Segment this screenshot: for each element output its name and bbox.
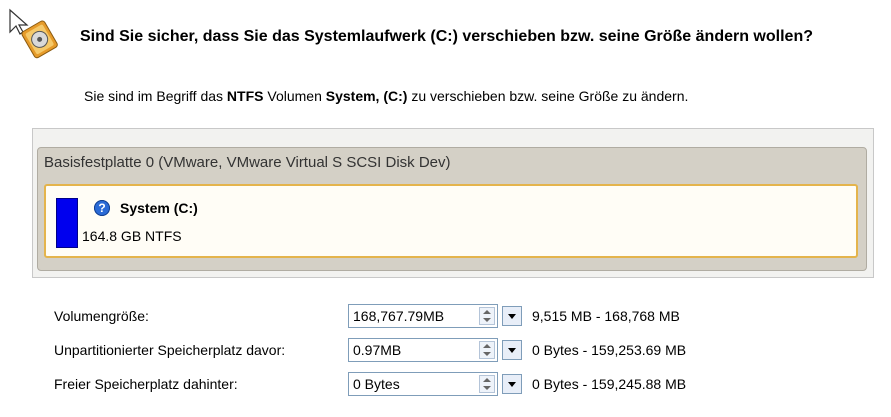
partition-usage-bar: [56, 198, 78, 248]
page-title: Sind Sie sicher, dass Sie das Systemlauf…: [80, 28, 813, 45]
subtitle-text-post: zu verschieben bzw. seine Größe zu änder…: [407, 88, 689, 104]
disk-map-panel: Basisfestplatte 0 (VMware, VMware Virtua…: [32, 128, 874, 278]
volume-size-row: Volumengröße: 168,767.79MB 9,515 MB - 16…: [54, 304, 874, 330]
subtitle-filesystem: NTFS: [226, 88, 264, 104]
space-after-label: Freier Speicherplatz dahinter:: [54, 376, 238, 392]
space-before-row: Unpartitionierter Speicherplatz davor: 0…: [54, 338, 874, 364]
space-before-value: 0.97MB: [353, 342, 402, 358]
space-after-value: 0 Bytes: [353, 376, 400, 392]
volume-size-unit-dropdown[interactable]: [502, 306, 522, 326]
page-subtitle: Sie sind im Begriff das NTFS Volumen Sys…: [84, 88, 884, 104]
space-after-range: 0 Bytes - 159,245.88 MB: [532, 376, 687, 392]
volume-size-input[interactable]: 168,767.79MB: [348, 304, 498, 328]
volume-size-spinner[interactable]: [479, 307, 495, 325]
volume-size-value: 168,767.79MB: [353, 308, 445, 324]
space-after-input[interactable]: 0 Bytes: [348, 372, 498, 396]
space-before-input[interactable]: 0.97MB: [348, 338, 498, 362]
space-after-spinner[interactable]: [479, 375, 495, 393]
space-after-row: Freier Speicherplatz dahinter: 0 Bytes 0…: [54, 372, 874, 398]
volume-size-label: Volumengröße:: [54, 308, 149, 324]
space-before-label: Unpartitionierter Speicherplatz davor:: [54, 342, 286, 358]
partition-size: 164.8 GB NTFS: [82, 228, 182, 244]
partition-system-c[interactable]: ? System (C:) 164.8 GB NTFS: [44, 184, 858, 258]
space-before-unit-dropdown[interactable]: [502, 340, 522, 360]
volume-size-range: 9,515 MB - 168,768 MB: [532, 308, 680, 324]
hard-drive-wizard-icon: [6, 8, 58, 60]
subtitle-text-mid: Volumen: [263, 88, 326, 104]
space-before-range: 0 Bytes - 159,253.69 MB: [532, 342, 687, 358]
partition-name: System (C:): [120, 200, 198, 216]
basic-disk-group: Basisfestplatte 0 (VMware, VMware Virtua…: [37, 147, 867, 271]
subtitle-volume: System, (C:): [325, 88, 408, 104]
space-before-spinner[interactable]: [479, 341, 495, 359]
space-after-unit-dropdown[interactable]: [502, 374, 522, 394]
help-icon[interactable]: ?: [94, 200, 110, 216]
disk-title: Basisfestplatte 0 (VMware, VMware Virtua…: [44, 154, 451, 171]
subtitle-text-pre: Sie sind im Begriff das: [84, 88, 227, 104]
